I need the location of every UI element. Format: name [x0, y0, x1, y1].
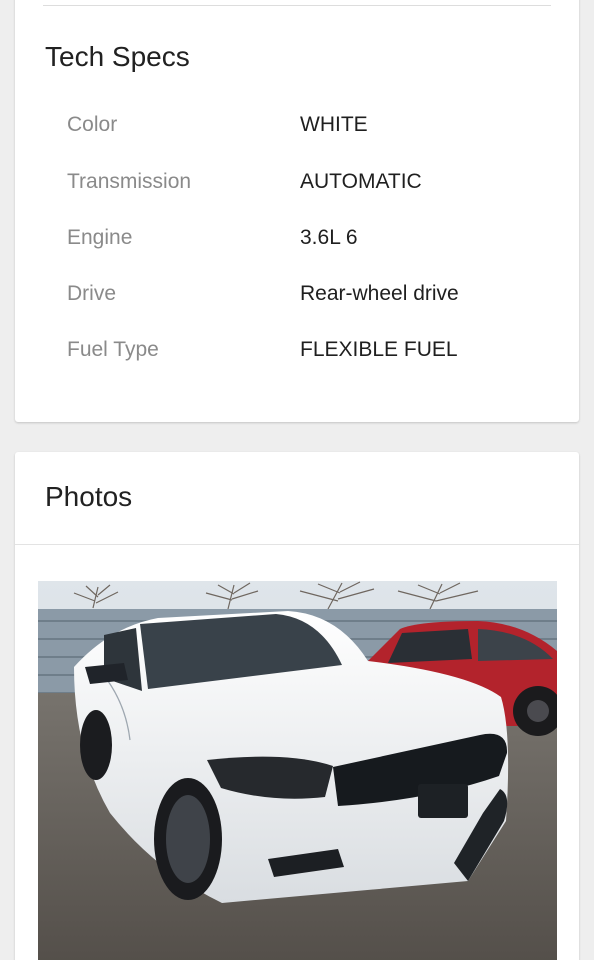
spec-row-drive: Drive Rear-wheel drive — [67, 282, 559, 312]
spec-value: 3.6L 6 — [300, 226, 358, 249]
spec-label: Drive — [67, 282, 117, 305]
section-divider — [43, 5, 551, 6]
spec-label: Fuel Type — [67, 338, 159, 361]
spec-label: Engine — [67, 226, 133, 249]
spec-row-engine: Engine 3.6L 6 — [67, 226, 559, 256]
photos-card: Photos — [15, 452, 579, 960]
spec-label: Transmission — [67, 170, 192, 193]
tech-specs-card: Tech Specs Color WHITE Transmission AUTO… — [15, 0, 579, 422]
spec-row-color: Color WHITE — [67, 113, 559, 143]
spec-value: WHITE — [300, 113, 368, 136]
vehicle-photo[interactable] — [38, 581, 557, 960]
vehicle-details-page: Tech Specs Color WHITE Transmission AUTO… — [0, 0, 594, 960]
spec-label: Color — [67, 113, 118, 136]
photos-title: Photos — [45, 481, 133, 512]
vehicle-photo-graphic — [38, 581, 557, 960]
section-divider — [15, 544, 579, 545]
tech-specs-title: Tech Specs — [45, 41, 190, 72]
spec-row-transmission: Transmission AUTOMATIC — [67, 170, 559, 200]
spec-row-fuel-type: Fuel Type FLEXIBLE FUEL — [67, 338, 559, 368]
spec-value: AUTOMATIC — [300, 170, 422, 193]
spec-value: FLEXIBLE FUEL — [300, 338, 458, 361]
spec-value: Rear-wheel drive — [300, 282, 459, 305]
